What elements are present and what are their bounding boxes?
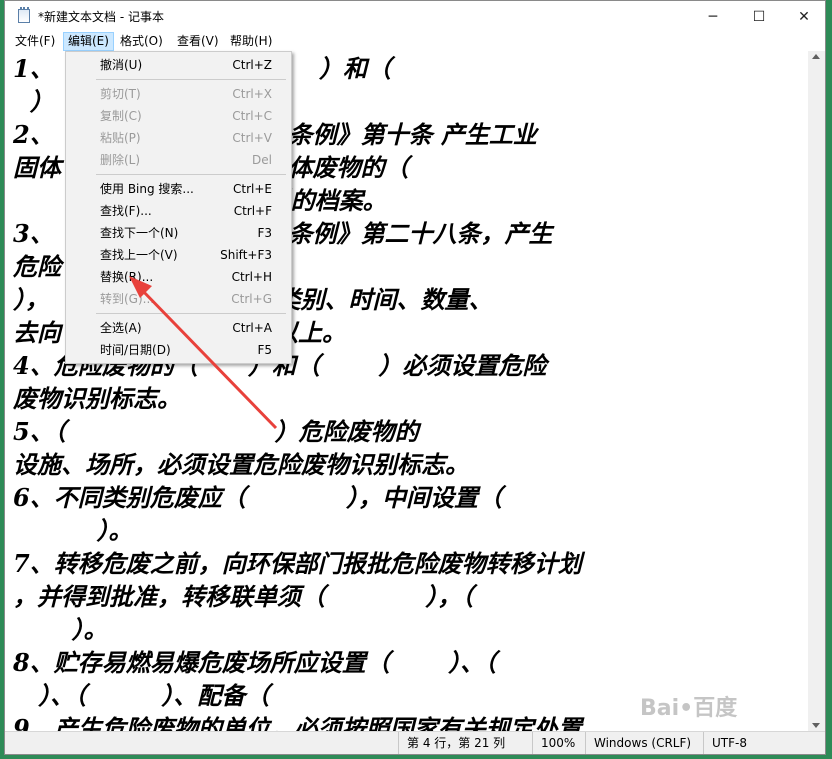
edit-menu-item[interactable]: 替换(R)... Ctrl+H	[68, 266, 289, 288]
menu-item-shortcut: Ctrl+Z	[232, 58, 272, 72]
document-line: 8、贮存易燃易爆危废场所应设置（ ）、（	[13, 648, 497, 677]
document-line: 7、转移危废之前，向环保部门报批危险废物转移计划	[13, 549, 582, 578]
menu-file[interactable]: 文件(F)	[11, 32, 59, 51]
document-line: ）、（ ）、配备（	[13, 681, 270, 710]
notepad-icon	[18, 7, 30, 23]
edit-menu-item: 粘贴(P) Ctrl+V	[68, 127, 289, 149]
menu-item-label: 查找(F)...	[100, 204, 152, 218]
window-title: *新建文本文档 - 记事本	[38, 10, 164, 24]
edit-menu-item[interactable]: 全选(A) Ctrl+A	[68, 317, 289, 339]
menu-item-shortcut: Shift+F3	[220, 248, 272, 262]
menu-item-label: 撤消(U)	[100, 58, 143, 72]
menu-help[interactable]: 帮助(H)	[226, 32, 276, 51]
menu-item-label: 替换(R)...	[100, 270, 154, 284]
scroll-up-arrow-icon[interactable]	[812, 54, 820, 59]
document-line: ）	[13, 87, 54, 116]
zoom-level: 100%	[532, 732, 585, 754]
menu-item-label: 粘贴(P)	[100, 131, 141, 145]
document-line: ）。	[13, 516, 133, 545]
menu-item-label: 使用 Bing 搜索...	[100, 182, 194, 196]
menu-item-shortcut: Ctrl+G	[231, 292, 272, 306]
menu-edit[interactable]: 编辑(E)	[63, 32, 114, 51]
document-line: 9、产生危险废物的单位，必须按照国家有关规定处置	[13, 714, 582, 731]
menu-separator	[96, 174, 286, 175]
menu-item-shortcut: Ctrl+X	[232, 87, 272, 101]
menu-item-shortcut: F5	[257, 343, 272, 357]
line-ending: Windows (CRLF)	[585, 732, 703, 754]
menu-item-shortcut: Ctrl+E	[233, 182, 272, 196]
document-line: ，并得到批准，转移联单须（ ），（	[13, 582, 474, 611]
menu-item-shortcut: Ctrl+V	[232, 131, 272, 145]
vertical-scrollbar[interactable]	[808, 51, 825, 731]
edit-menu-dropdown: 撤消(U) Ctrl+Z 剪切(T) Ctrl+X 复制(C) Ctrl+C 粘贴(P) Ct…	[65, 51, 292, 364]
status-bar: 第 4 行，第 21 列 100% Windows (CRLF) UTF-8	[5, 731, 825, 754]
menu-item-label: 时间/日期(D)	[100, 343, 171, 357]
menu-item-label: 复制(C)	[100, 109, 142, 123]
menu-item-label: 全选(A)	[100, 321, 142, 335]
baidu-watermark-icon: Bai•百度	[640, 696, 738, 721]
close-button[interactable]: ✕	[781, 1, 825, 32]
encoding: UTF-8	[703, 732, 813, 754]
menu-item-label: 转到(G)...	[100, 292, 155, 306]
menu-item-label: 查找下一个(N)	[100, 226, 179, 240]
edit-menu-item: 转到(G)... Ctrl+G	[68, 288, 289, 310]
document-line: ）。	[13, 615, 108, 644]
edit-menu-item[interactable]: 查找(F)... Ctrl+F	[68, 200, 289, 222]
menu-separator	[96, 79, 286, 80]
menu-separator	[96, 313, 286, 314]
menu-item-shortcut: Ctrl+H	[231, 270, 272, 284]
edit-menu-item[interactable]: 时间/日期(D) F5	[68, 339, 289, 361]
document-line: 6、不同类别危废应（ ），中间设置（	[13, 483, 502, 512]
menu-item-label: 剪切(T)	[100, 87, 141, 101]
cursor-position: 第 4 行，第 21 列	[398, 732, 532, 754]
menu-item-shortcut: Ctrl+A	[232, 321, 272, 335]
edit-menu-item[interactable]: 使用 Bing 搜索... Ctrl+E	[68, 178, 289, 200]
minimize-button[interactable]: ─	[690, 1, 736, 32]
menu-item-label: 查找上一个(V)	[100, 248, 178, 262]
menu-view[interactable]: 查看(V)	[173, 32, 223, 51]
menu-bar: 文件(F) 编辑(E) 格式(O) 查看(V) 帮助(H)	[5, 32, 825, 51]
menu-format[interactable]: 格式(O)	[116, 32, 167, 51]
edit-menu-item: 复制(C) Ctrl+C	[68, 105, 289, 127]
menu-item-shortcut: Ctrl+C	[232, 109, 272, 123]
maximize-button[interactable]: ☐	[736, 1, 782, 32]
menu-item-label: 删除(L)	[100, 153, 141, 167]
document-line: 废物识别标志。	[13, 384, 181, 413]
document-line: 5、（ ）危险废物的	[13, 417, 419, 446]
menu-item-shortcut: Del	[252, 153, 272, 167]
edit-menu-item[interactable]: 查找下一个(N) F3	[68, 222, 289, 244]
document-line: 设施、场所，必须设置危险废物识别标志。	[13, 450, 469, 479]
edit-menu-item[interactable]: 撤消(U) Ctrl+Z	[68, 54, 289, 76]
title-bar[interactable]: *新建文本文档 - 记事本 ─ ☐ ✕	[5, 1, 825, 32]
edit-menu-item: 剪切(T) Ctrl+X	[68, 83, 289, 105]
notepad-window: *新建文本文档 - 记事本 ─ ☐ ✕ 文件(F) 编辑(E) 格式(O) 查看…	[4, 0, 826, 755]
scroll-down-arrow-icon[interactable]	[812, 723, 820, 728]
edit-menu-item: 删除(L) Del	[68, 149, 289, 171]
menu-item-shortcut: Ctrl+F	[233, 204, 272, 218]
menu-item-shortcut: F3	[257, 226, 272, 240]
edit-menu-item[interactable]: 查找上一个(V) Shift+F3	[68, 244, 289, 266]
